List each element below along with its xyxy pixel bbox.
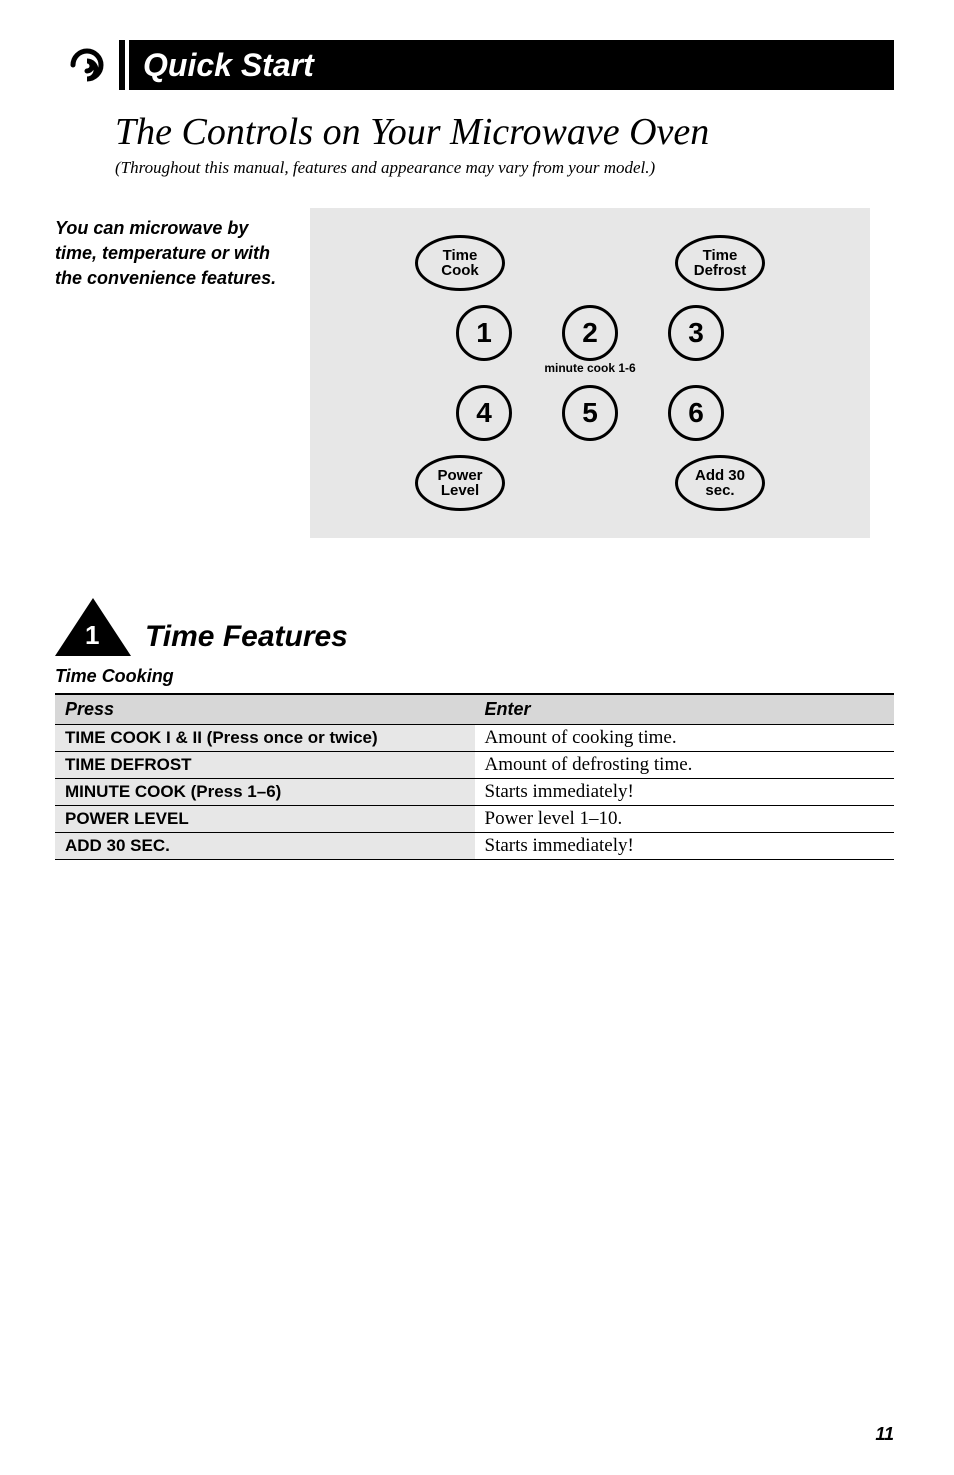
enter-cell: Amount of defrosting time. <box>475 752 895 779</box>
enter-cell: Starts immediately! <box>475 833 895 860</box>
enter-cell: Power level 1–10. <box>475 806 895 833</box>
table-row: MINUTE COOK (Press 1–6) Starts immediate… <box>55 779 894 806</box>
press-cell: TIME DEFROST <box>55 752 475 779</box>
power-level-button[interactable]: Power Level <box>415 455 505 511</box>
subsection-title: Time Cooking <box>55 666 894 687</box>
content-row: You can microwave by time, temperature o… <box>55 208 894 538</box>
triangle-number: 1 <box>85 620 99 651</box>
add-30-sec-button[interactable]: Add 30 sec. <box>675 455 765 511</box>
time-cook-button[interactable]: Time Cook <box>415 235 505 291</box>
page-content: Quick Start The Controls on Your Microwa… <box>0 0 954 890</box>
panel-num-row-2: 4 5 6 <box>456 385 724 441</box>
panel-top-row: Time Cook Time Defrost <box>415 235 765 291</box>
enter-cell: Starts immediately! <box>475 779 895 806</box>
num-6-button[interactable]: 6 <box>668 385 724 441</box>
side-note: You can microwave by time, temperature o… <box>55 208 290 538</box>
time-defrost-button[interactable]: Time Defrost <box>675 235 765 291</box>
header-bar: Quick Start <box>55 40 894 90</box>
num-2-button[interactable]: 2 <box>562 305 618 361</box>
press-cell: POWER LEVEL <box>55 806 475 833</box>
control-panel: Time Cook Time Defrost 1 2 3 minute cook… <box>310 208 870 538</box>
num-5-button[interactable]: 5 <box>562 385 618 441</box>
feature-table: Press Enter TIME COOK I & II (Press once… <box>55 693 894 860</box>
page-number: 11 <box>875 1424 894 1445</box>
page-subtitle: (Throughout this manual, features and ap… <box>115 158 894 178</box>
header-icon <box>55 40 125 90</box>
header-enter: Enter <box>475 694 895 725</box>
table-row: TIME DEFROST Amount of defrosting time. <box>55 752 894 779</box>
panel-num-row-1: 1 2 3 minute cook 1-6 <box>456 305 724 361</box>
page-title: The Controls on Your Microwave Oven <box>115 110 894 154</box>
enter-cell: Amount of cooking time. <box>475 725 895 752</box>
table-row: ADD 30 SEC. Starts immediately! <box>55 833 894 860</box>
press-cell: ADD 30 SEC. <box>55 833 475 860</box>
header-press: Press <box>55 694 475 725</box>
section-title: Time Features <box>145 620 348 656</box>
press-cell: TIME COOK I & II (Press once or twice) <box>55 725 475 752</box>
header-title: Quick Start <box>129 40 894 90</box>
num-1-button[interactable]: 1 <box>456 305 512 361</box>
section-head: 1 Time Features <box>55 598 894 656</box>
swirl-icon <box>65 43 110 88</box>
num-3-button[interactable]: 3 <box>668 305 724 361</box>
table-row: TIME COOK I & II (Press once or twice) A… <box>55 725 894 752</box>
press-cell: MINUTE COOK (Press 1–6) <box>55 779 475 806</box>
minute-cook-label: minute cook 1-6 <box>544 361 635 375</box>
num-4-button[interactable]: 4 <box>456 385 512 441</box>
panel-bottom-row: Power Level Add 30 sec. <box>415 455 765 511</box>
table-header-row: Press Enter <box>55 694 894 725</box>
table-row: POWER LEVEL Power level 1–10. <box>55 806 894 833</box>
triangle-marker: 1 <box>55 598 131 656</box>
